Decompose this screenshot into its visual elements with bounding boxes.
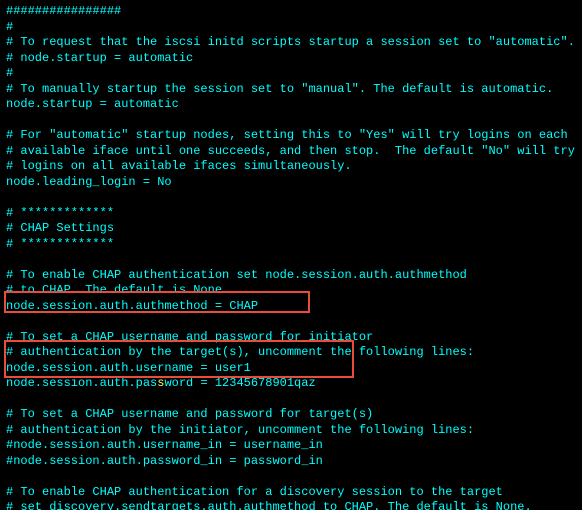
terminal-line: # To request that the iscsi initd script… [6,35,576,51]
text-segment: # To manually startup the session set to… [6,82,553,96]
terminal-line: node.session.auth.username = user1 [6,361,576,377]
terminal-line: #node.session.auth.password_in = passwor… [6,454,576,470]
terminal-line: # To enable CHAP authentication set node… [6,268,576,284]
text-segment: ################ [6,4,121,18]
terminal-line: ################ [6,4,576,20]
text-segment: # To set a CHAP username and password fo… [6,407,373,421]
text-segment: # CHAP Settings [6,221,114,235]
terminal-line: node.startup = automatic [6,97,576,113]
text-segment: node.leading_login = No [6,175,172,189]
text-segment: # set discovery.sendtargets.auth.authmet… [6,500,532,510]
text-segment: node.session.auth.authmethod = CHAP [6,299,258,313]
text-segment: # to CHAP. The default is None. [6,283,229,297]
terminal-line [6,190,576,206]
terminal-line: #node.session.auth.username_in = usernam… [6,438,576,454]
terminal-line: node.leading_login = No [6,175,576,191]
terminal-line: # To set a CHAP username and password fo… [6,330,576,346]
text-segment: # To request that the iscsi initd script… [6,35,575,49]
terminal-line: # To set a CHAP username and password fo… [6,407,576,423]
terminal-line: node.session.auth.authmethod = CHAP [6,299,576,315]
text-segment: word = 12345678901qaz [164,376,315,390]
text-segment: node.session.auth.pas [6,376,157,390]
text-segment: # To enable CHAP authentication set node… [6,268,467,282]
terminal-line: # to CHAP. The default is None. [6,283,576,299]
text-segment: node.startup = automatic [6,97,179,111]
text-segment: # logins on all available ifaces simulta… [6,159,352,173]
text-segment: # To set a CHAP username and password fo… [6,330,373,344]
text-segment: node.session.auth.username = user1 [6,361,251,375]
terminal-line: # For "automatic" startup nodes, setting… [6,128,576,144]
terminal-output: ################## To request that the i… [0,0,582,510]
text-segment: # ************* [6,206,114,220]
terminal-line [6,469,576,485]
terminal-line: # available iface until one succeeds, an… [6,144,576,160]
terminal-line: # [6,66,576,82]
terminal-line: # To manually startup the session set to… [6,82,576,98]
terminal-line: # set discovery.sendtargets.auth.authmet… [6,500,576,510]
text-segment: # For "automatic" startup nodes, setting… [6,128,568,142]
text-segment: # ************* [6,237,114,251]
text-segment: # node.startup = automatic [6,51,193,65]
text-segment: #node.session.auth.password_in = passwor… [6,454,323,468]
terminal-line: # [6,20,576,36]
terminal-line: # ************* [6,237,576,253]
terminal-line [6,392,576,408]
text-segment: # available iface until one succeeds, an… [6,144,575,158]
terminal-line: # logins on all available ifaces simulta… [6,159,576,175]
terminal-line: # CHAP Settings [6,221,576,237]
terminal-line [6,314,576,330]
text-segment: # [6,20,13,34]
terminal-line: # authentication by the initiator, uncom… [6,423,576,439]
terminal-line: # node.startup = automatic [6,51,576,67]
text-segment: #node.session.auth.username_in = usernam… [6,438,323,452]
text-segment: # authentication by the initiator, uncom… [6,423,474,437]
text-segment: # To enable CHAP authentication for a di… [6,485,503,499]
terminal-line [6,252,576,268]
text-segment: # [6,66,13,80]
terminal-line: # ************* [6,206,576,222]
terminal-line: node.session.auth.password = 12345678901… [6,376,576,392]
terminal-line: # To enable CHAP authentication for a di… [6,485,576,501]
text-segment: # authentication by the target(s), uncom… [6,345,474,359]
terminal-line [6,113,576,129]
terminal-line: # authentication by the target(s), uncom… [6,345,576,361]
